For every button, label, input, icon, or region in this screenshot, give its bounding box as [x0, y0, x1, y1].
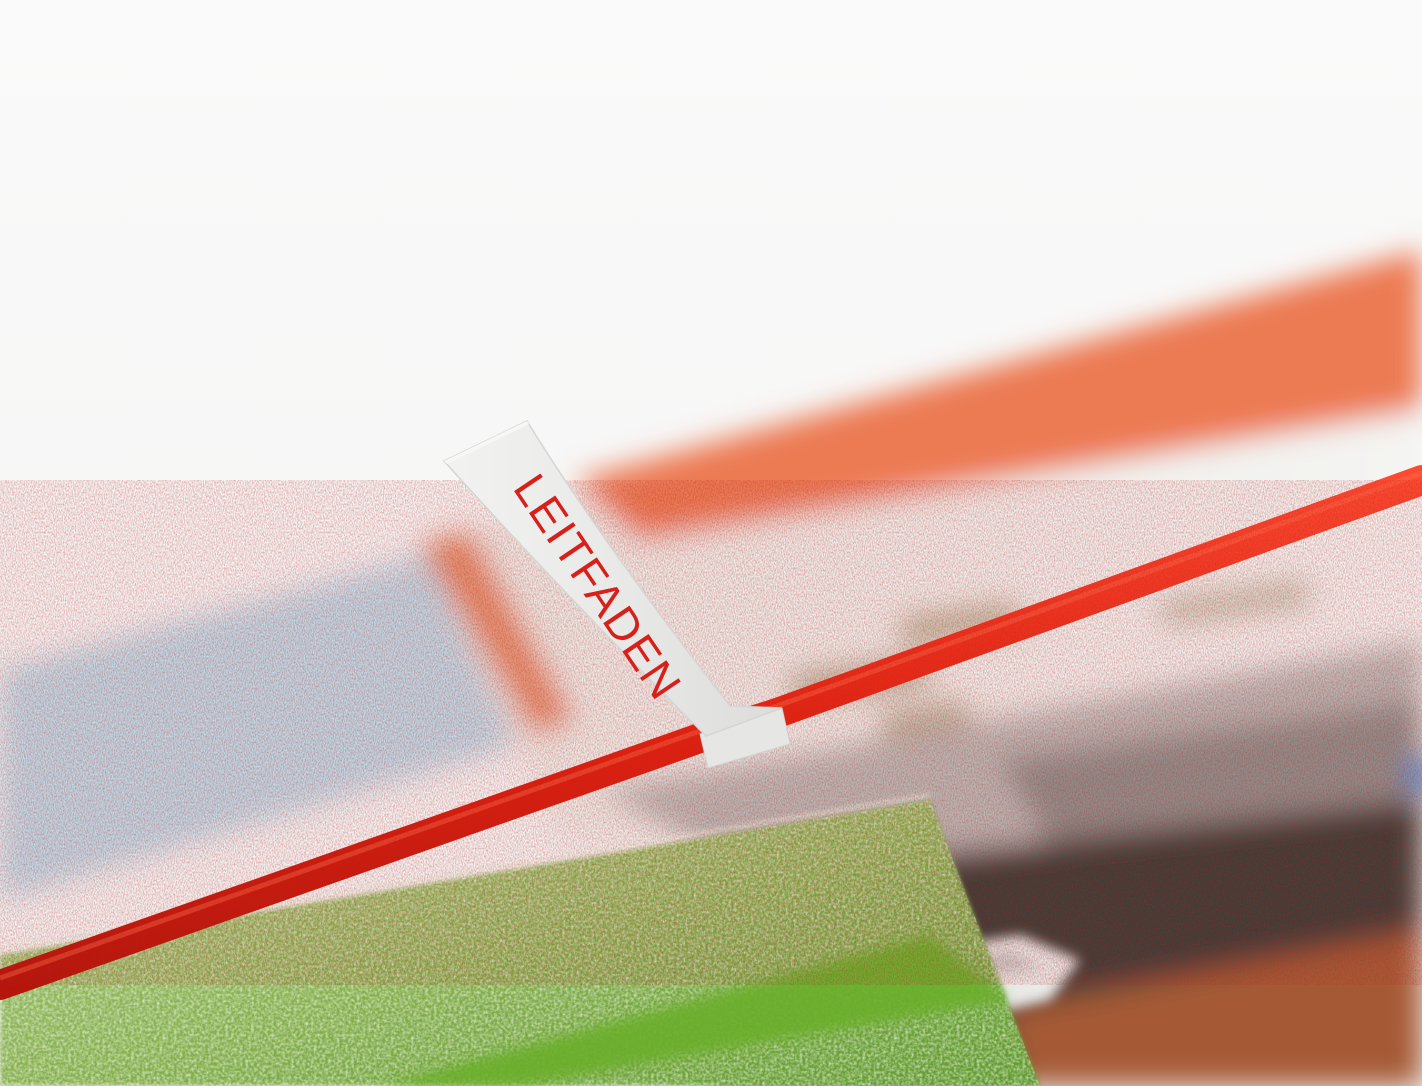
photo-scene: LEITFADEN	[0, 0, 1422, 1086]
photo: LEITFADEN	[0, 0, 1422, 1086]
